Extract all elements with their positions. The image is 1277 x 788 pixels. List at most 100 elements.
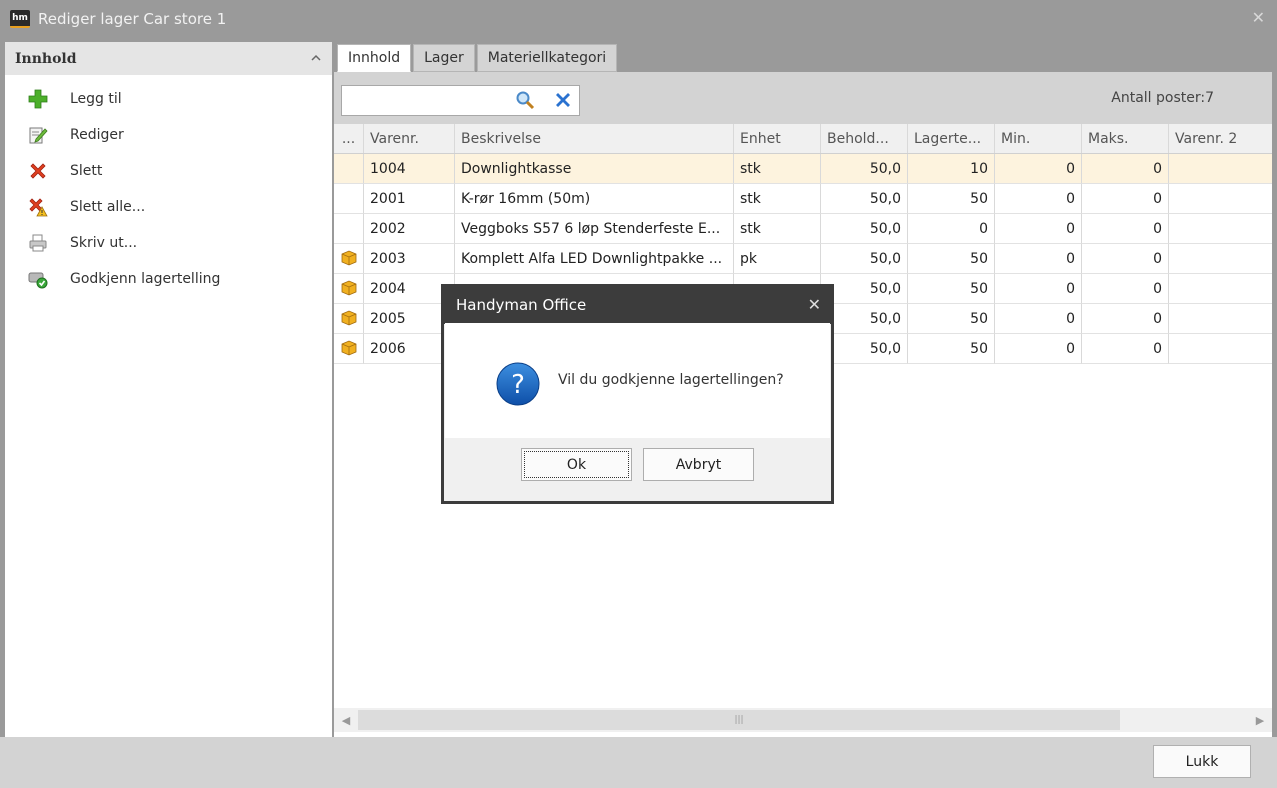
close-button[interactable]: Lukk: [1153, 745, 1251, 778]
cell-varenr[interactable]: 2001: [364, 184, 455, 214]
delete-label: Slett: [70, 163, 103, 179]
cell-varenr2[interactable]: [1169, 334, 1272, 364]
collapse-icon[interactable]: [310, 52, 322, 65]
cell-lagertelling[interactable]: 10: [908, 154, 995, 184]
clear-search-icon[interactable]: [554, 91, 572, 113]
cell-maks[interactable]: 0: [1082, 184, 1169, 214]
cell-beskrivelse[interactable]: Veggboks S57 6 løp Stenderfeste E...: [455, 214, 734, 244]
table-row[interactable]: 1004 Downlightkasse stk 50,0 10 0 0: [334, 154, 1272, 184]
cell-beskrivelse[interactable]: Komplett Alfa LED Downlightpakke ...: [455, 244, 734, 274]
scroll-track[interactable]: |||: [358, 708, 1248, 732]
table-row[interactable]: 2003 Komplett Alfa LED Downlightpakke ...…: [334, 244, 1272, 274]
cell-varenr2[interactable]: [1169, 214, 1272, 244]
cell-enhet[interactable]: pk: [734, 244, 821, 274]
column-header-varenr2[interactable]: Varenr. 2: [1169, 124, 1272, 153]
cell-varenr2[interactable]: [1169, 154, 1272, 184]
tab-materiellkategori[interactable]: Materiellkategori: [476, 44, 618, 72]
cell-varenr2[interactable]: [1169, 244, 1272, 274]
cell-varenr2[interactable]: [1169, 184, 1272, 214]
cell-beholdning[interactable]: 50,0: [821, 304, 908, 334]
delete-button[interactable]: Slett: [5, 153, 332, 189]
add-button[interactable]: Legg til: [5, 81, 332, 117]
tab-bar: Innhold Lager Materiellkategori: [337, 44, 619, 72]
tab-innhold[interactable]: Innhold: [337, 44, 412, 72]
cell-maks[interactable]: 0: [1082, 214, 1169, 244]
cell-min[interactable]: 0: [995, 274, 1082, 304]
cell-maks[interactable]: 0: [1082, 334, 1169, 364]
sidebar-header[interactable]: Innhold: [5, 42, 332, 75]
row-icon-cell: [334, 184, 364, 214]
cell-maks[interactable]: 0: [1082, 274, 1169, 304]
scroll-thumb[interactable]: |||: [358, 710, 1120, 730]
plus-icon: [25, 89, 51, 109]
cell-lagertelling[interactable]: 50: [908, 334, 995, 364]
cell-beholdning[interactable]: 50,0: [821, 244, 908, 274]
confirm-dialog: Handyman Office ✕ ? Vil du godkjenne lag…: [441, 284, 834, 504]
row-icon-cell: [334, 274, 364, 304]
row-icon-cell: [334, 214, 364, 244]
cell-varenr2[interactable]: [1169, 304, 1272, 334]
cell-min[interactable]: 0: [995, 154, 1082, 184]
column-header-lagertelling[interactable]: Lagerte...: [908, 124, 995, 153]
search-icon[interactable]: [515, 90, 535, 114]
cell-min[interactable]: 0: [995, 214, 1082, 244]
cell-maks[interactable]: 0: [1082, 304, 1169, 334]
tab-lager[interactable]: Lager: [413, 44, 475, 72]
column-header-min[interactable]: Min.: [995, 124, 1082, 153]
cell-beholdning[interactable]: 50,0: [821, 274, 908, 304]
cancel-button[interactable]: Avbryt: [643, 448, 754, 481]
dialog-close-button[interactable]: ✕: [808, 295, 821, 314]
cell-beskrivelse[interactable]: Downlightkasse: [455, 154, 734, 184]
column-header-beskrivelse[interactable]: Beskrivelse: [455, 124, 734, 153]
column-header-maks[interactable]: Maks.: [1082, 124, 1169, 153]
cell-enhet[interactable]: stk: [734, 184, 821, 214]
cell-min[interactable]: 0: [995, 304, 1082, 334]
row-icon-cell: [334, 244, 364, 274]
printer-icon: [25, 233, 51, 253]
edit-button[interactable]: Rediger: [5, 117, 332, 153]
approve-stocktake-button[interactable]: Godkjenn lagertelling: [5, 261, 332, 297]
table-row[interactable]: 2001 K-rør 16mm (50m) stk 50,0 50 0 0: [334, 184, 1272, 214]
horizontal-scrollbar[interactable]: ◀ ||| ▶: [334, 708, 1272, 732]
scroll-left-arrow-icon[interactable]: ◀: [334, 714, 358, 727]
cell-varenr[interactable]: 2003: [364, 244, 455, 274]
search-input[interactable]: [341, 85, 580, 116]
dialog-body: ? Vil du godkjenne lagertellingen?: [445, 323, 830, 438]
cell-min[interactable]: 0: [995, 184, 1082, 214]
ok-button[interactable]: Ok: [521, 448, 632, 481]
column-header-varenr[interactable]: Varenr.: [364, 124, 455, 153]
row-icon-cell: [334, 334, 364, 364]
delete-icon: [25, 161, 51, 181]
print-button[interactable]: Skriv ut...: [5, 225, 332, 261]
cell-lagertelling[interactable]: 50: [908, 184, 995, 214]
package-icon: [340, 278, 358, 300]
cell-maks[interactable]: 0: [1082, 244, 1169, 274]
cell-beholdning[interactable]: 50,0: [821, 334, 908, 364]
svg-text:?: ?: [511, 370, 525, 400]
cell-beholdning[interactable]: 50,0: [821, 184, 908, 214]
cell-lagertelling[interactable]: 50: [908, 304, 995, 334]
cell-enhet[interactable]: stk: [734, 214, 821, 244]
cell-varenr[interactable]: 1004: [364, 154, 455, 184]
cell-min[interactable]: 0: [995, 334, 1082, 364]
dialog-titlebar: Handyman Office ✕: [443, 286, 832, 324]
column-header-enhet[interactable]: Enhet: [734, 124, 821, 153]
scroll-right-arrow-icon[interactable]: ▶: [1248, 714, 1272, 727]
cell-min[interactable]: 0: [995, 244, 1082, 274]
cell-beholdning[interactable]: 50,0: [821, 154, 908, 184]
window-close-button[interactable]: ✕: [1252, 8, 1265, 27]
print-label: Skriv ut...: [70, 235, 138, 251]
cell-beskrivelse[interactable]: K-rør 16mm (50m): [455, 184, 734, 214]
cell-lagertelling[interactable]: 50: [908, 274, 995, 304]
delete-all-button[interactable]: Slett alle...: [5, 189, 332, 225]
cell-lagertelling[interactable]: 0: [908, 214, 995, 244]
cell-maks[interactable]: 0: [1082, 154, 1169, 184]
cell-enhet[interactable]: stk: [734, 154, 821, 184]
column-header-row-icon[interactable]: ...: [334, 124, 364, 153]
table-row[interactable]: 2002 Veggboks S57 6 løp Stenderfeste E...…: [334, 214, 1272, 244]
column-header-beholdning[interactable]: Behold...: [821, 124, 908, 153]
cell-lagertelling[interactable]: 50: [908, 244, 995, 274]
cell-varenr2[interactable]: [1169, 274, 1272, 304]
cell-beholdning[interactable]: 50,0: [821, 214, 908, 244]
cell-varenr[interactable]: 2002: [364, 214, 455, 244]
